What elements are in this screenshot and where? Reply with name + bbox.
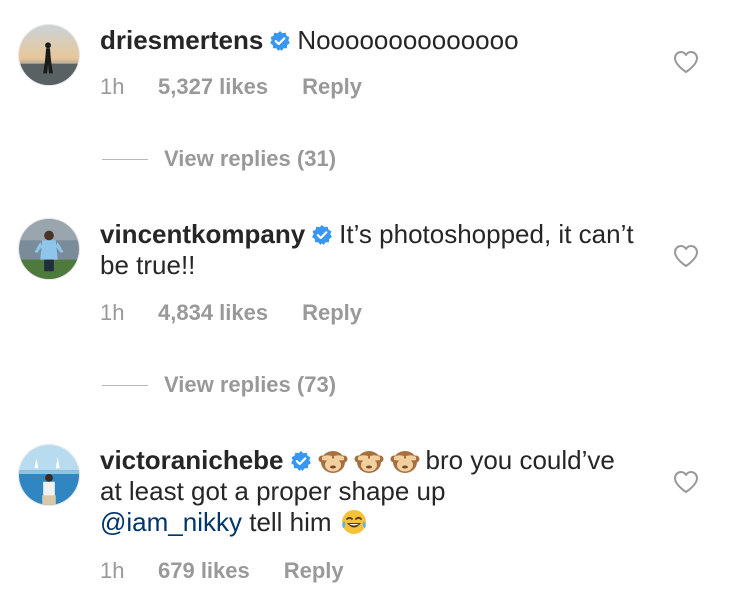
username[interactable]: victoranichebe	[100, 445, 284, 475]
avatar[interactable]	[18, 24, 80, 86]
like-heart-icon[interactable]	[673, 50, 699, 74]
username[interactable]: vincentkompany	[100, 219, 305, 249]
view-replies-label: View replies (73)	[164, 372, 337, 397]
comment-body: driesmertens Noooooooooooooo	[100, 25, 640, 56]
reply-button[interactable]: Reply	[284, 558, 344, 584]
timestamp[interactable]: 1h	[100, 558, 158, 584]
like-heart-icon[interactable]	[673, 470, 699, 494]
username[interactable]: driesmertens	[100, 25, 263, 55]
comment-meta: 1h 679 likes Reply	[100, 558, 344, 584]
like-heart-icon[interactable]	[673, 244, 699, 268]
timestamp[interactable]: 1h	[100, 74, 158, 100]
avatar-image-beach	[19, 25, 79, 85]
comment-meta: 1h 5,327 likes Reply	[100, 74, 362, 100]
avatar-image-stadium	[19, 219, 79, 279]
see-no-evil-monkey-icon	[354, 445, 384, 475]
verified-badge-icon	[269, 30, 291, 52]
avatar-image-sea	[19, 445, 79, 505]
comment-body: victoranichebe bro you could’ve at least …	[100, 445, 640, 538]
divider-line	[102, 158, 148, 160]
comment-meta: 1h 4,834 likes Reply	[100, 300, 362, 326]
avatar[interactable]	[18, 218, 80, 280]
see-no-evil-monkey-icon	[390, 445, 420, 475]
reply-button[interactable]: Reply	[302, 74, 362, 100]
tears-of-joy-icon	[339, 507, 369, 537]
see-no-evil-monkey-icon	[318, 445, 348, 475]
comment-text-continued: tell him	[249, 507, 332, 537]
likes-count[interactable]: 679 likes	[158, 558, 250, 584]
likes-count[interactable]: 5,327 likes	[158, 74, 268, 100]
user-mention-link[interactable]: @iam_nikky	[100, 507, 242, 537]
likes-count[interactable]: 4,834 likes	[158, 300, 268, 326]
verified-badge-icon	[311, 224, 333, 246]
divider-line	[102, 384, 148, 386]
reply-button[interactable]: Reply	[302, 300, 362, 326]
view-replies-label: View replies (31)	[164, 146, 337, 171]
avatar[interactable]	[18, 444, 80, 506]
timestamp[interactable]: 1h	[100, 300, 158, 326]
comment-text: Noooooooooooooo	[297, 25, 519, 55]
view-replies-button[interactable]: View replies (31)	[102, 146, 336, 172]
verified-badge-icon	[290, 450, 312, 472]
view-replies-button[interactable]: View replies (73)	[102, 372, 336, 398]
comment-body: vincentkompany It’s photoshopped, it can’…	[100, 219, 640, 281]
